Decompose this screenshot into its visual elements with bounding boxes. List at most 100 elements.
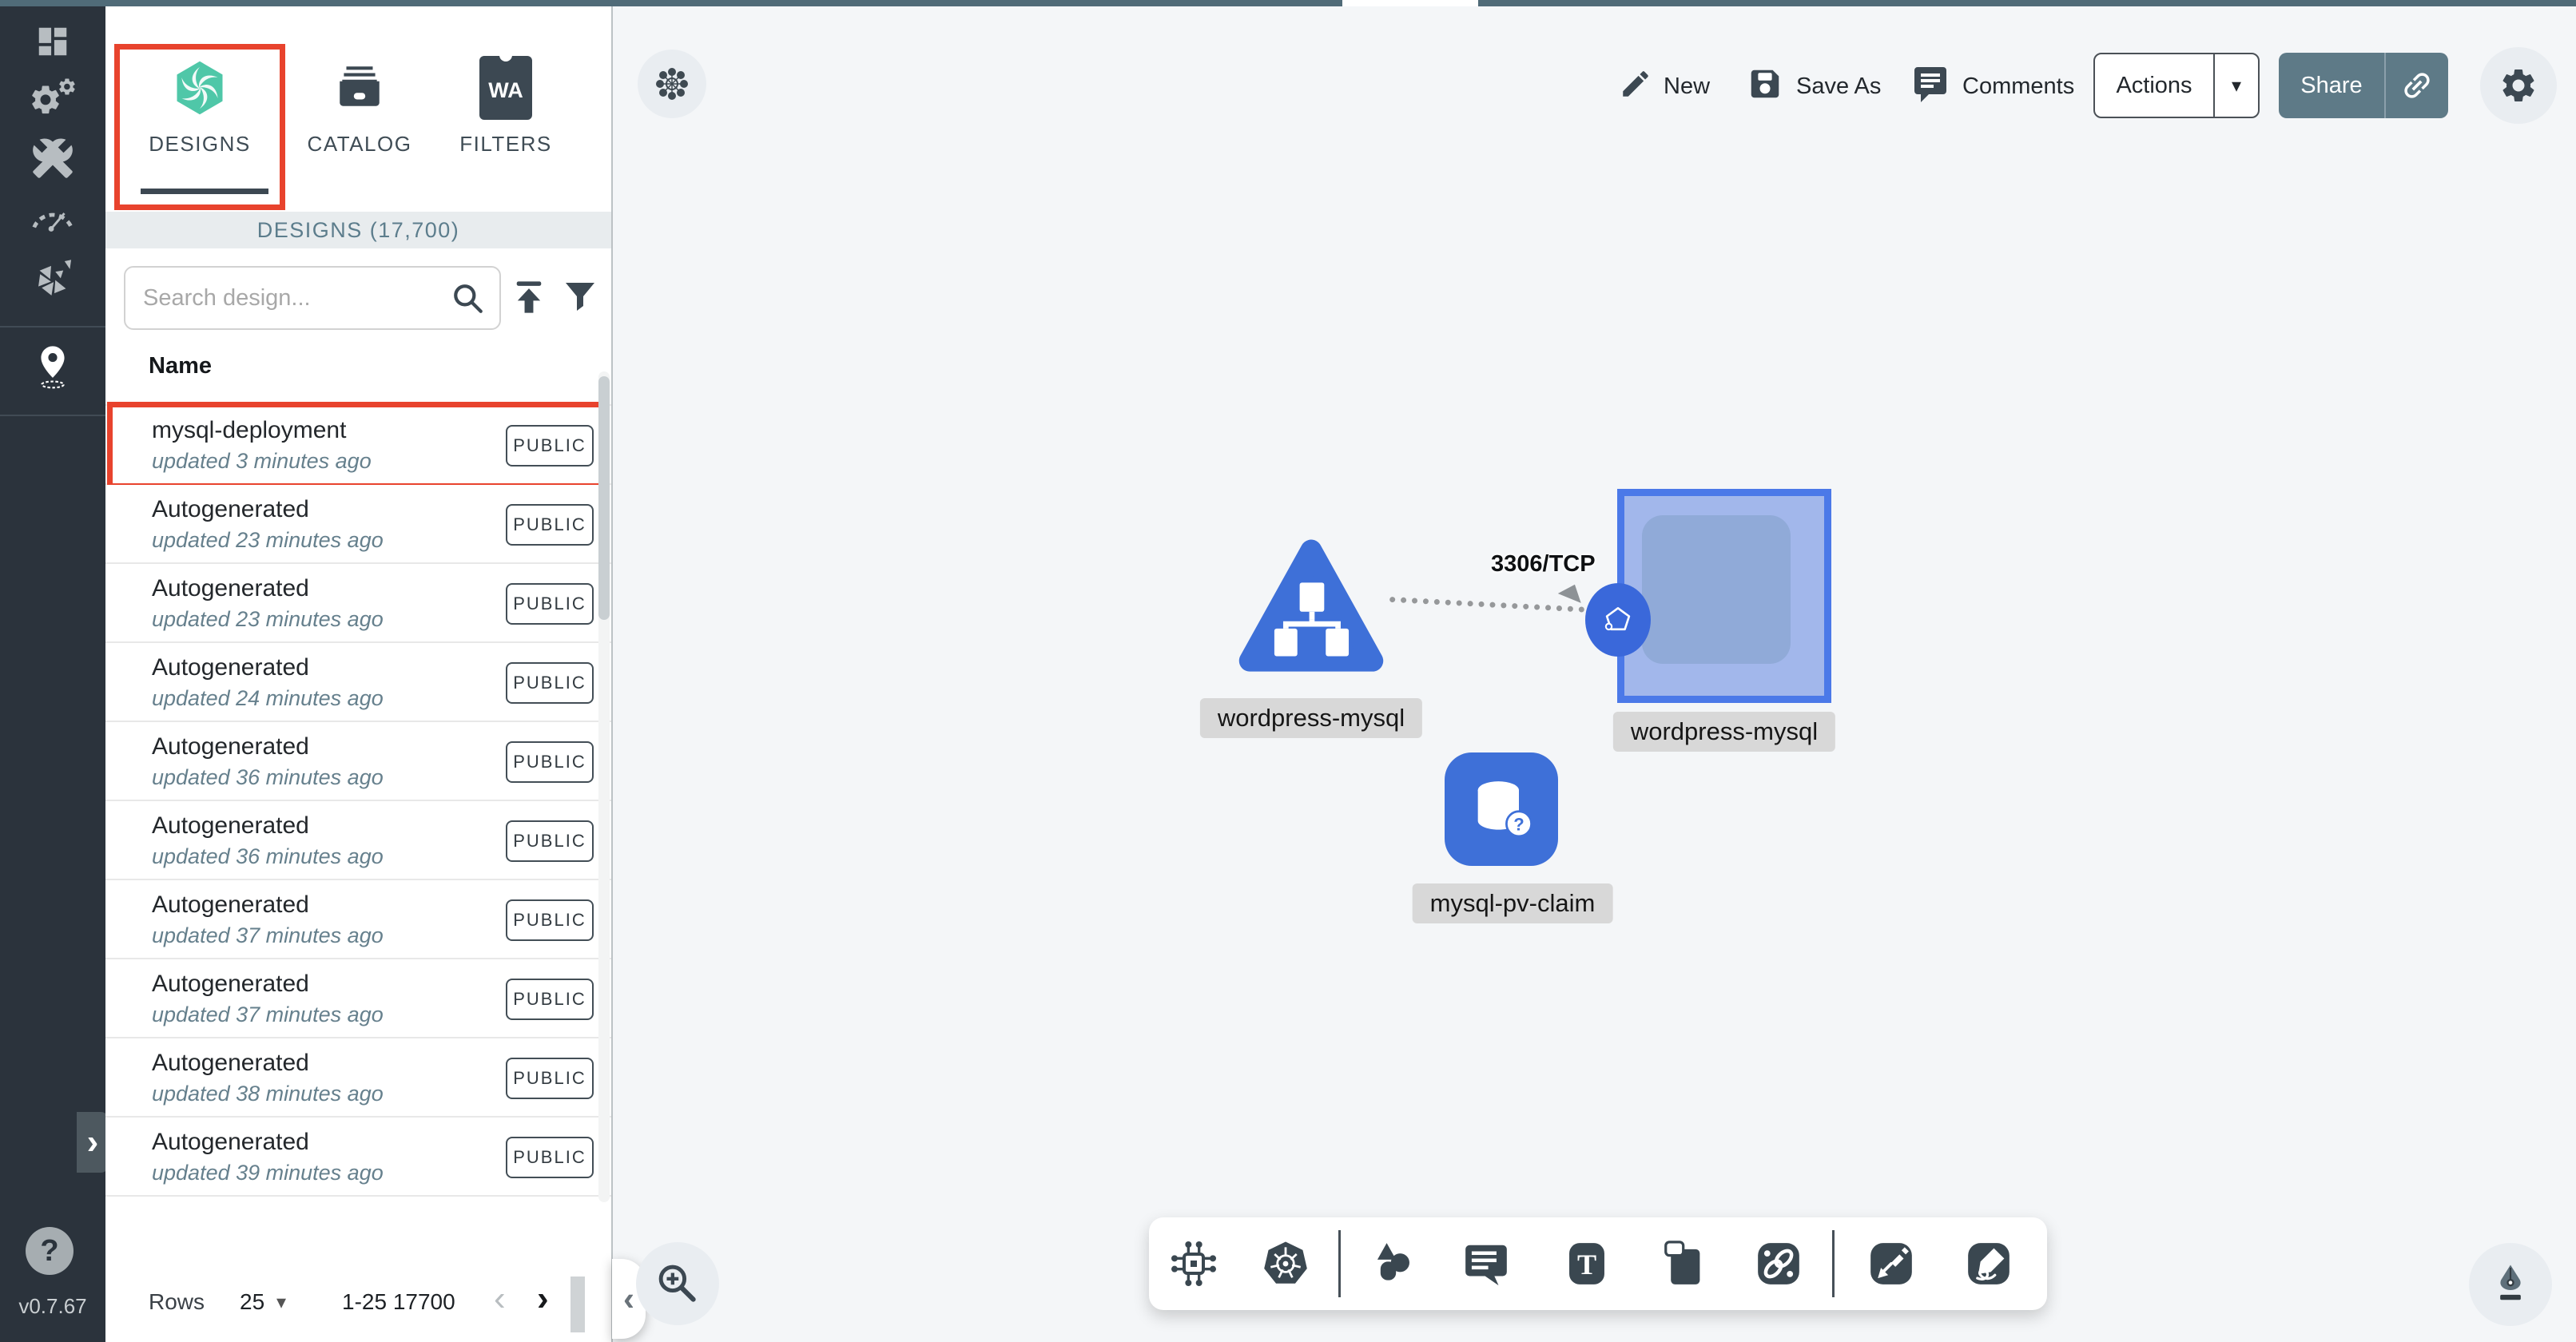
performance-gauge-icon[interactable] xyxy=(27,189,78,240)
zoom-in-button[interactable] xyxy=(636,1242,719,1325)
new-label[interactable]: New xyxy=(1664,73,1710,100)
pentagon-port-icon xyxy=(1600,602,1636,638)
filter-funnel-icon[interactable] xyxy=(563,280,598,315)
share-button[interactable]: Share xyxy=(2279,53,2448,118)
node-deployment[interactable] xyxy=(1234,534,1388,682)
list-item[interactable]: mysql-deploymentupdated 3 minutes agoPUB… xyxy=(105,406,611,485)
pvc-question-mark: ? xyxy=(1513,815,1524,835)
comment-bubble-icon xyxy=(1461,1239,1511,1288)
comment-tool[interactable] xyxy=(1457,1235,1515,1292)
rows-per-page-select[interactable]: 25 xyxy=(240,1289,264,1315)
version-label: v0.7.67 xyxy=(0,1294,105,1319)
link-tool[interactable] xyxy=(1750,1235,1807,1292)
shapes-icon xyxy=(1367,1239,1417,1288)
design-name: Autogenerated xyxy=(152,496,309,523)
list-item[interactable]: Autogeneratedupdated 37 minutes agoPUBLI… xyxy=(105,959,611,1038)
design-name: Autogenerated xyxy=(152,733,309,760)
comments-button[interactable] xyxy=(1911,64,1950,102)
text-tool[interactable]: T xyxy=(1558,1235,1616,1292)
node-pvc[interactable]: ? xyxy=(1445,752,1558,866)
save-as-button[interactable] xyxy=(1747,66,1783,102)
design-mode-button[interactable] xyxy=(2469,1243,2552,1326)
list-item[interactable]: Autogeneratedupdated 36 minutes agoPUBLI… xyxy=(105,722,611,801)
chevron-right-icon: › xyxy=(87,1122,99,1162)
visibility-badge: PUBLIC xyxy=(506,662,594,704)
design-name: Autogenerated xyxy=(152,575,309,602)
dashboard-icon[interactable] xyxy=(27,16,78,67)
note-tool[interactable] xyxy=(1656,1235,1713,1292)
extensions-pie-icon[interactable] xyxy=(27,254,78,305)
wa-badge-text: WA xyxy=(479,78,532,103)
design-name: Autogenerated xyxy=(152,1050,309,1077)
list-scrollbar-thumb[interactable] xyxy=(598,376,610,620)
node-service-selected[interactable] xyxy=(1617,489,1831,703)
share-label[interactable]: Share xyxy=(2279,53,2386,118)
pen-arrow-icon xyxy=(1866,1239,1916,1288)
toolbar-divider xyxy=(1832,1230,1835,1297)
list-item[interactable]: Autogeneratedupdated 38 minutes agoPUBLI… xyxy=(105,1038,611,1118)
expand-sidebar-button[interactable]: › xyxy=(77,1112,109,1173)
catalog-drawer-icon xyxy=(280,44,439,132)
design-updated: updated 3 minutes ago xyxy=(152,449,372,474)
freehand-draw-tool[interactable] xyxy=(1960,1235,2017,1292)
list-item[interactable]: Autogeneratedupdated 39 minutes agoPUBLI… xyxy=(105,1118,611,1197)
pvc-node-label[interactable]: mysql-pv-claim xyxy=(1413,883,1613,923)
tab-filters[interactable]: WA FILTERS xyxy=(426,44,586,157)
comments-label[interactable]: Comments xyxy=(1962,73,2074,100)
actions-dropdown-caret[interactable]: ▾ xyxy=(2215,54,2258,117)
visibility-badge: PUBLIC xyxy=(506,820,594,862)
actions-button[interactable]: Actions ▾ xyxy=(2093,53,2260,118)
save-icon xyxy=(1747,66,1783,102)
visibility-badge: PUBLIC xyxy=(506,741,594,783)
visibility-badge: PUBLIC xyxy=(506,583,594,625)
toolbar-divider xyxy=(1338,1230,1341,1297)
deployment-node-label[interactable]: wordpress-mysql xyxy=(1200,698,1422,738)
list-item[interactable]: Autogeneratedupdated 23 minutes agoPUBLI… xyxy=(105,485,611,564)
design-updated: updated 24 minutes ago xyxy=(152,686,384,711)
chain-icon xyxy=(1754,1239,1803,1288)
list-item[interactable]: Autogeneratedupdated 37 minutes agoPUBLI… xyxy=(105,880,611,959)
save-as-label[interactable]: Save As xyxy=(1796,73,1881,100)
upload-design-icon[interactable] xyxy=(510,278,548,316)
text-tool-glyph: T xyxy=(1577,1249,1596,1280)
search-input[interactable] xyxy=(125,268,499,328)
list-item[interactable]: Autogeneratedupdated 23 minutes agoPUBLI… xyxy=(105,564,611,643)
next-page-icon[interactable]: › xyxy=(537,1281,549,1316)
panel-scrollbar-thumb[interactable] xyxy=(570,1276,585,1332)
service-port-handle[interactable] xyxy=(1585,583,1651,657)
meshery-app: › ? v0.7.67 DESIGNS xyxy=(0,0,2576,1342)
list-item[interactable]: Autogeneratedupdated 24 minutes agoPUBLI… xyxy=(105,643,611,722)
annotate-pen-tool[interactable] xyxy=(1862,1235,1920,1292)
pencil-icon xyxy=(1619,67,1652,101)
tab-filters-label: FILTERS xyxy=(426,132,586,157)
rail-divider xyxy=(0,326,105,328)
rows-caret-icon[interactable]: ▾ xyxy=(276,1291,286,1314)
tab-catalog-label: CATALOG xyxy=(280,132,439,157)
kanvas-pin-icon[interactable] xyxy=(27,342,78,393)
help-button[interactable]: ? xyxy=(26,1227,74,1275)
prev-page-icon[interactable]: ‹ xyxy=(494,1281,506,1316)
wasm-filters-icon: WA xyxy=(426,44,586,132)
panel-border xyxy=(611,6,613,1342)
shapes-tool[interactable] xyxy=(1363,1235,1421,1292)
column-header-name: Name xyxy=(149,353,212,379)
design-name: Autogenerated xyxy=(152,891,309,919)
design-list: mysql-deployment updated 3 minutes ago PUB… xyxy=(105,404,611,1196)
components-tool[interactable] xyxy=(1165,1235,1222,1292)
copy-link-button[interactable] xyxy=(2386,53,2448,118)
settings-button[interactable] xyxy=(2480,47,2557,124)
designs-count-header: DESIGNS (17,700) xyxy=(105,212,611,248)
lifecycle-gears-icon[interactable] xyxy=(27,73,78,124)
visibility-badge: PUBLIC xyxy=(506,899,594,941)
actions-label[interactable]: Actions xyxy=(2095,54,2215,117)
kubernetes-tool[interactable] xyxy=(1257,1235,1314,1292)
list-item[interactable]: Autogeneratedupdated 36 minutes agoPUBLI… xyxy=(105,801,611,880)
new-button[interactable] xyxy=(1619,67,1652,101)
tab-catalog[interactable]: CATALOG xyxy=(280,44,439,157)
configuration-wrenches-icon[interactable] xyxy=(27,133,78,184)
search-icon[interactable] xyxy=(451,282,485,316)
design-name: mysql-deployment xyxy=(152,417,346,444)
nav-rail: › ? v0.7.67 xyxy=(0,6,105,1342)
service-node-label[interactable]: wordpress-mysql xyxy=(1613,712,1835,752)
mesh-cluster-button[interactable] xyxy=(638,50,706,118)
